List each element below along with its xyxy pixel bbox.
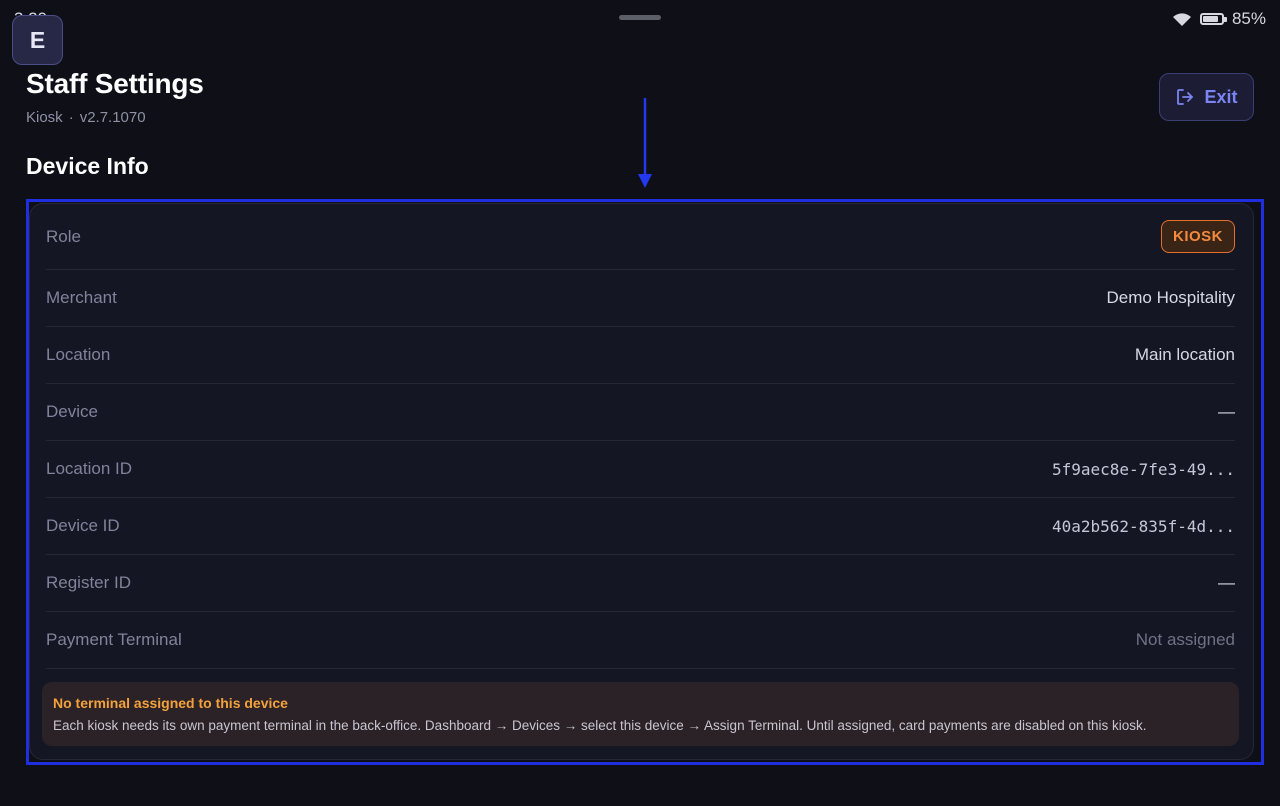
battery-icon	[1199, 13, 1227, 25]
app-badge[interactable]: E	[12, 15, 63, 65]
drag-handle[interactable]	[619, 15, 661, 20]
wifi-icon	[1172, 12, 1192, 26]
highlight-frame	[26, 199, 1264, 765]
annotation-arrow-icon	[638, 98, 652, 188]
battery-percent: 85%	[1231, 9, 1266, 28]
section-title: Device Info	[26, 153, 149, 179]
exit-button[interactable]: Exit	[1159, 73, 1254, 121]
logout-icon	[1175, 87, 1195, 107]
app-subtitle: Kiosk · v2.7.1070	[26, 109, 146, 126]
exit-label: Exit	[1204, 86, 1238, 107]
app-name: Kiosk	[26, 109, 63, 126]
page-title: Staff Settings	[26, 68, 204, 99]
status-indicators: 85%	[1172, 9, 1266, 29]
subtitle-separator: ·	[68, 109, 74, 126]
app-version: v2.7.1070	[79, 109, 146, 126]
staff-settings-screen: 3:29 85% E Staff Settings Kiosk·v2.7.107…	[0, 0, 1280, 806]
